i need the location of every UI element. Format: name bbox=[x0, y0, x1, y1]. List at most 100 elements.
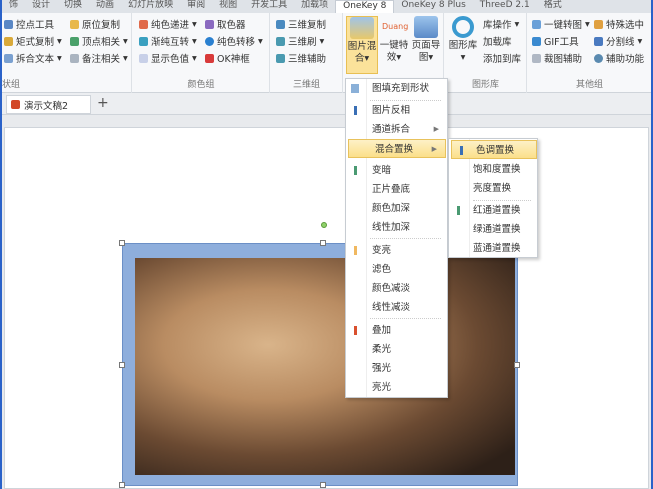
menu-item-color-dodge[interactable]: 颜色减淡 bbox=[346, 279, 447, 298]
resize-handle[interactable] bbox=[119, 482, 125, 488]
assist-function-button[interactable]: 辅助功能 bbox=[594, 51, 644, 65]
ok-frame-button[interactable]: OK神框 bbox=[205, 51, 250, 65]
layers-icon bbox=[350, 17, 374, 39]
color-transfer-button[interactable]: 纯色转移 ▾ bbox=[205, 34, 263, 48]
shape-library-button[interactable]: 图形库▾ bbox=[447, 16, 479, 64]
label: 图形库 bbox=[448, 40, 478, 51]
menu-item-hard-light[interactable]: 强光 bbox=[346, 359, 447, 378]
load-library-button[interactable]: 加载库 bbox=[483, 34, 512, 48]
submenu-item-green-channel[interactable]: 绿通道置换 bbox=[449, 220, 537, 239]
label: 饱和度置换 bbox=[473, 164, 521, 175]
eyedropper-icon bbox=[205, 19, 214, 29]
special-select-button[interactable]: 特殊选中 bbox=[594, 17, 644, 31]
one-click-effect-button[interactable]: Duang 一键特效▾ bbox=[378, 16, 410, 64]
color-picker-button[interactable]: 取色器 bbox=[205, 17, 246, 31]
menu-item-channel-split[interactable]: 通道拆合 ▶ bbox=[346, 120, 447, 139]
resize-handle[interactable] bbox=[119, 240, 125, 246]
vertex-button[interactable]: 顶点相关 ▾ bbox=[70, 34, 128, 48]
add-to-library-button[interactable]: 添加到库 bbox=[483, 51, 521, 65]
menu-item-overlay[interactable]: 叠加 bbox=[346, 321, 447, 340]
menu-item-lighten[interactable]: 变亮 bbox=[346, 241, 447, 260]
tab-review[interactable]: 审阅 bbox=[180, 0, 212, 13]
fill-shape-icon bbox=[351, 84, 359, 93]
notes-button[interactable]: 备注相关 ▾ bbox=[70, 51, 128, 65]
tab-design[interactable]: 设计 bbox=[25, 0, 57, 13]
blended-photo[interactable] bbox=[135, 258, 515, 475]
grid-icon bbox=[594, 36, 603, 46]
tab-view[interactable]: 视图 bbox=[212, 0, 244, 13]
3d-assist-icon bbox=[276, 53, 285, 63]
red-marker-icon bbox=[354, 326, 357, 335]
show-color-value-button[interactable]: 显示色值 ▾ bbox=[139, 51, 197, 65]
label: 一键特效 bbox=[379, 40, 409, 63]
tab-onekey8[interactable]: OneKey 8 bbox=[335, 0, 395, 13]
tab-threed[interactable]: ThreeD 2.1 bbox=[473, 0, 537, 13]
submenu-item-brightness[interactable]: 亮度置换 bbox=[449, 179, 537, 198]
color-step-button[interactable]: 纯色递进 ▾ bbox=[139, 17, 197, 31]
resize-handle[interactable] bbox=[320, 240, 326, 246]
tab-animations[interactable]: 动画 bbox=[89, 0, 121, 13]
menu-item-screen[interactable]: 滤色 bbox=[346, 260, 447, 279]
in-place-copy-button[interactable]: 原位复制 bbox=[70, 17, 120, 31]
resize-handle[interactable] bbox=[514, 362, 520, 368]
submenu-item-saturation[interactable]: 饱和度置换 bbox=[449, 160, 537, 179]
menu-item-linear-dodge[interactable]: 线性减淡 bbox=[346, 298, 447, 317]
3d-copy-button[interactable]: 三维复制 bbox=[276, 17, 326, 31]
blue-marker-icon bbox=[460, 146, 463, 155]
menu-item-color-burn[interactable]: 颜色加深 bbox=[346, 199, 447, 218]
tab-format-partial[interactable]: 饰 bbox=[2, 0, 25, 13]
picture-blend-button[interactable]: 图片混合▾ bbox=[346, 16, 378, 74]
new-tab-button[interactable]: + bbox=[97, 95, 109, 111]
menu-item-darken[interactable]: 变暗 bbox=[346, 161, 447, 180]
ok-frame-icon bbox=[205, 53, 214, 63]
label: 滤色 bbox=[372, 264, 392, 275]
divider-button[interactable]: 分割线 ▾ bbox=[594, 34, 642, 48]
rotate-handle[interactable] bbox=[321, 222, 327, 228]
3d-assist-button[interactable]: 三维辅助 bbox=[276, 51, 326, 65]
tab-format[interactable]: 格式 bbox=[537, 0, 569, 13]
handle-icon bbox=[4, 19, 13, 29]
menu-item-multiply[interactable]: 正片叠底 bbox=[346, 180, 447, 199]
gradient-convert-button[interactable]: 渐纯互转 ▾ bbox=[139, 34, 197, 48]
group-label: 其他组 bbox=[575, 80, 603, 90]
matrix-copy-button[interactable]: 矩式复制 ▾ bbox=[4, 34, 62, 48]
page-map-button[interactable]: 页面导图▾ bbox=[410, 16, 442, 64]
menu-item-soft-light[interactable]: 柔光 bbox=[346, 340, 447, 359]
menu-item-invert[interactable]: 图片反相 bbox=[346, 101, 447, 120]
resize-handle[interactable] bbox=[119, 362, 125, 368]
label: 图填充到形状 bbox=[372, 83, 430, 94]
label: 取色器 bbox=[217, 20, 246, 31]
handle-tool-button[interactable]: 控点工具 bbox=[4, 17, 54, 31]
submenu-item-hue[interactable]: 色调置换 bbox=[451, 140, 537, 159]
menu-item-linear-burn[interactable]: 线性加深 bbox=[346, 218, 447, 237]
label: 控点工具 bbox=[16, 20, 55, 31]
label: 纯色递进 bbox=[151, 20, 190, 31]
library-ops-button[interactable]: 库操作 ▾ bbox=[483, 17, 519, 32]
submenu-item-red-channel[interactable]: 红通道置换 bbox=[449, 201, 537, 220]
3d-brush-button[interactable]: 三维刷 ▾ bbox=[276, 34, 324, 48]
menu-item-blend-replace[interactable]: 混合置换 ▶ bbox=[348, 139, 446, 158]
convert-to-image-button[interactable]: 一键转图 ▾ bbox=[532, 17, 590, 31]
label: GIF工具 bbox=[544, 37, 579, 48]
hexagon-icon bbox=[452, 16, 474, 38]
tab-transitions[interactable]: 切换 bbox=[57, 0, 89, 13]
menu-item-vivid-light[interactable]: 亮光 bbox=[346, 378, 447, 397]
gif-tool-button[interactable]: GIF工具 bbox=[532, 34, 579, 48]
tab-developer[interactable]: 开发工具 bbox=[244, 0, 294, 13]
resize-handle[interactable] bbox=[320, 482, 326, 488]
tab-onekey8plus[interactable]: OneKey 8 Plus bbox=[394, 0, 472, 13]
label: 纯色转移 bbox=[217, 37, 256, 48]
menu-item-fill-to-shape[interactable]: 图填充到形状 bbox=[346, 79, 447, 98]
tab-slideshow[interactable]: 幻灯片放映 bbox=[121, 0, 180, 13]
label: 三维复制 bbox=[288, 20, 327, 31]
picture-icon bbox=[414, 16, 438, 38]
label: 通道拆合 bbox=[372, 124, 411, 135]
matrix-icon bbox=[4, 36, 13, 46]
crop-assist-button[interactable]: 裁图辅助 bbox=[532, 51, 582, 65]
submenu-item-blue-channel[interactable]: 蓝通道置换 bbox=[449, 239, 537, 258]
label: 颜色加深 bbox=[372, 203, 411, 214]
split-text-button[interactable]: 拆合文本 ▾ bbox=[4, 51, 62, 65]
document-tab[interactable]: 演示文稿2 bbox=[6, 95, 91, 114]
label: 分割线 bbox=[606, 37, 635, 48]
tab-addins[interactable]: 加载项 bbox=[294, 0, 335, 13]
